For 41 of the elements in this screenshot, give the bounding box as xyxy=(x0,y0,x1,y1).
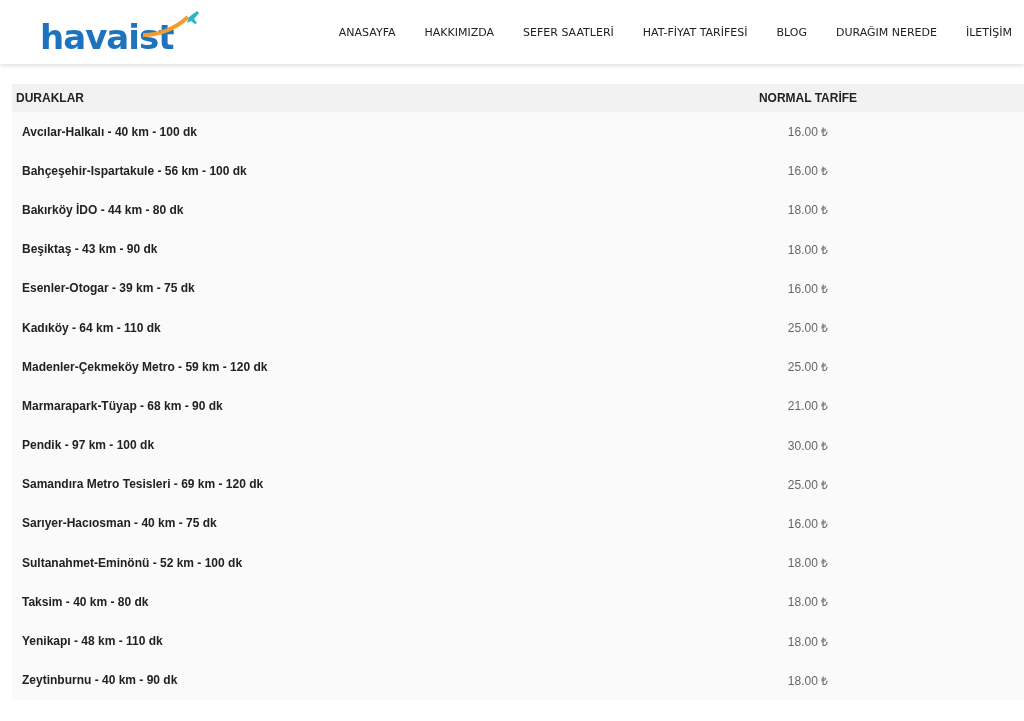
table-cell-text: 16.00 ₺ xyxy=(786,124,830,141)
table-cell-text: Sarıyer-Hacıosman - 40 km - 75 dk xyxy=(21,516,218,531)
table-cell-text: 18.00 ₺ xyxy=(786,672,830,689)
table-cell-text: Taksim - 40 km - 80 dk xyxy=(21,594,150,609)
table-cell-text: Zeytinburnu - 40 km - 90 dk xyxy=(21,673,179,688)
nav-link[interactable]: HAKKIMIZDA xyxy=(424,25,495,39)
logo[interactable]: havaist xyxy=(40,7,204,57)
nav-link[interactable]: SEFER SAATLERİ xyxy=(523,25,614,39)
table-cell-text: 18.00 ₺ xyxy=(786,555,830,572)
table-cell-text: Kadıköy - 64 km - 110 dk xyxy=(21,320,162,335)
table-cell-text: Bahçeşehir-Ispartakule - 56 km - 100 dk xyxy=(21,163,248,178)
table-cell-text: Pendik - 97 km - 100 dk xyxy=(21,438,156,453)
table-cell-text: 16.00 ₺ xyxy=(786,163,830,180)
table-cell-text: Bakırköy İDO - 44 km - 80 dk xyxy=(21,202,185,217)
table-cell-text: 30.00 ₺ xyxy=(786,437,830,454)
table-cell-text: 25.00 ₺ xyxy=(786,476,830,493)
table-cell-text: 21.00 ₺ xyxy=(786,398,830,415)
column-header: NORMAL TARİFE xyxy=(757,91,859,105)
table-cell-text: Sultanahmet-Eminönü - 52 km - 100 dk xyxy=(21,555,244,570)
nav-link[interactable]: ANASAYFA xyxy=(338,25,396,39)
table-cell-text: 16.00 ₺ xyxy=(786,515,830,532)
table-cell-text: Beşiktaş - 43 km - 90 dk xyxy=(21,242,159,257)
logo-text: havaist xyxy=(40,17,174,57)
nav-link[interactable]: DURAĞIM NEREDE xyxy=(836,25,937,39)
table-cell-text: 16.00 ₺ xyxy=(786,280,830,297)
nav-link[interactable]: HAT-FİYAT TARİFESİ xyxy=(642,25,748,39)
nav-link[interactable]: BLOG xyxy=(776,25,807,39)
table-cell-text: Madenler-Çekmeköy Metro - 59 km - 120 dk xyxy=(21,359,269,374)
table-cell-text: 25.00 ₺ xyxy=(786,320,830,337)
table-cell-text: Marmarapark-Tüyap - 68 km - 90 dk xyxy=(21,398,224,413)
table-cell-text: 18.00 ₺ xyxy=(786,633,830,650)
table-cell-text: 25.00 ₺ xyxy=(786,359,830,376)
table-cell-text: 18.00 ₺ xyxy=(786,202,830,219)
nav-link[interactable]: İLETİŞİM xyxy=(966,25,1012,39)
table-cell-text: Avcılar-Halkalı - 40 km - 100 dk xyxy=(21,124,198,139)
table-cell-text: 18.00 ₺ xyxy=(786,594,830,611)
table-cell-text: Esenler-Otogar - 39 km - 75 dk xyxy=(21,281,196,296)
table-cell-text: Yenikapı - 48 km - 110 dk xyxy=(21,634,164,649)
column-header: DURAKLAR xyxy=(15,91,85,105)
table-cell-text: Samandıra Metro Tesisleri - 69 km - 120 dk xyxy=(21,477,265,492)
table-cell-text: 18.00 ₺ xyxy=(786,241,830,258)
